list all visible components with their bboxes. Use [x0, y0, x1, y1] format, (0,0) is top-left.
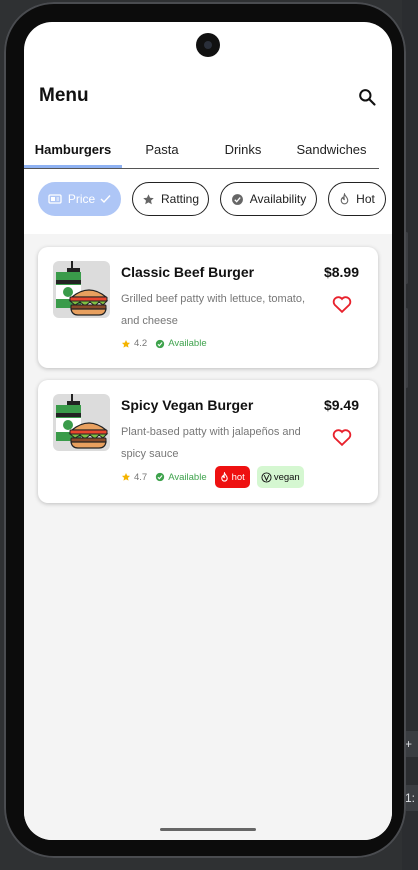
availability-badge: Available: [155, 338, 207, 349]
home-indicator[interactable]: [160, 828, 256, 831]
item-meta: 4.2 Available: [121, 338, 215, 349]
item-price: $9.49: [323, 397, 359, 413]
menu-item-card[interactable]: Classic Beef Burger $8.99 Grilled beef p…: [38, 247, 378, 368]
filter-chips: Price Ratting Availability Hot: [24, 182, 392, 220]
filter-chip-label: Hot: [356, 192, 375, 206]
phone-screen: Menu Hamburgers Pasta Drinks Sandwiches …: [24, 22, 392, 840]
tab-label: Pasta: [145, 141, 179, 157]
tab-label: Drinks: [224, 141, 262, 157]
filter-chip-label: Availability: [249, 192, 307, 206]
heart-icon: [332, 296, 352, 314]
tab-label: Sandwiches: [296, 141, 367, 157]
availability-label: Available: [168, 338, 207, 349]
tag-label: hot: [231, 471, 245, 483]
item-description: Grilled beef patty with lettuce, tomato,…: [121, 293, 306, 327]
front-camera: [196, 33, 220, 57]
star-icon: [121, 339, 131, 348]
menu-list: Classic Beef Burger $8.99 Grilled beef p…: [24, 234, 392, 840]
check-circle-icon: [231, 193, 244, 206]
availability-badge: Available: [155, 471, 207, 483]
search-button[interactable]: [354, 84, 380, 110]
star-icon: [142, 193, 155, 206]
filter-chip-price[interactable]: Price: [38, 182, 121, 216]
price-tag-icon: [48, 193, 62, 205]
check-circle-icon: [156, 339, 165, 348]
star-icon: [121, 473, 131, 481]
tab-indicator: [24, 165, 122, 168]
item-meta: 4.7 Available hot vegan: [121, 466, 304, 488]
favorite-button[interactable]: [331, 293, 353, 315]
emulator-add-label: +: [405, 737, 413, 751]
hot-tag: hot: [214, 466, 250, 488]
filter-chip-rating[interactable]: Ratting: [132, 182, 209, 216]
emulator-aspect-label: 1:: [405, 791, 416, 805]
filter-chip-availability[interactable]: Availability: [220, 182, 317, 216]
rating-value: 4.2: [134, 338, 148, 349]
item-name: Classic Beef Burger: [121, 264, 255, 280]
flame-icon: [220, 471, 228, 482]
food-image: [53, 394, 110, 451]
page-title: Menu: [39, 85, 89, 106]
vegan-tag: vegan: [256, 466, 304, 488]
check-circle-icon: [156, 472, 165, 482]
tag-label: vegan: [273, 471, 300, 483]
search-icon: [359, 89, 376, 106]
filter-chip-label: Ratting: [160, 192, 200, 206]
tab-hamburgers[interactable]: Hamburgers: [24, 130, 122, 168]
app-header: Menu: [24, 80, 392, 116]
rating-badge: 4.2: [121, 338, 147, 349]
flame-icon: [339, 192, 350, 206]
heart-icon: [332, 429, 352, 447]
rating-badge: 4.7: [121, 472, 147, 483]
item-name: Spicy Vegan Burger: [121, 397, 254, 413]
vegan-icon: [261, 471, 272, 483]
item-description: Plant-based patty with jalapeños and spi…: [121, 426, 301, 460]
menu-item-card[interactable]: Spicy Vegan Burger $9.49 Plant-based pat…: [38, 380, 378, 503]
food-image: [53, 261, 110, 318]
tab-sandwiches[interactable]: Sandwiches: [284, 130, 379, 168]
item-price: $8.99: [323, 264, 359, 280]
check-icon: [100, 194, 111, 204]
rating-value: 4.7: [134, 471, 148, 483]
category-tabs: Hamburgers Pasta Drinks Sandwiches: [24, 130, 379, 169]
tab-label: Hamburgers: [34, 141, 112, 157]
tab-drinks[interactable]: Drinks: [202, 130, 284, 168]
tab-pasta[interactable]: Pasta: [122, 130, 202, 168]
availability-label: Available: [168, 471, 207, 483]
phone-frame: Menu Hamburgers Pasta Drinks Sandwiches …: [4, 2, 406, 858]
filter-chip-label: Price: [67, 192, 96, 206]
filter-chip-hot[interactable]: Hot: [328, 182, 386, 216]
favorite-button[interactable]: [331, 426, 353, 448]
